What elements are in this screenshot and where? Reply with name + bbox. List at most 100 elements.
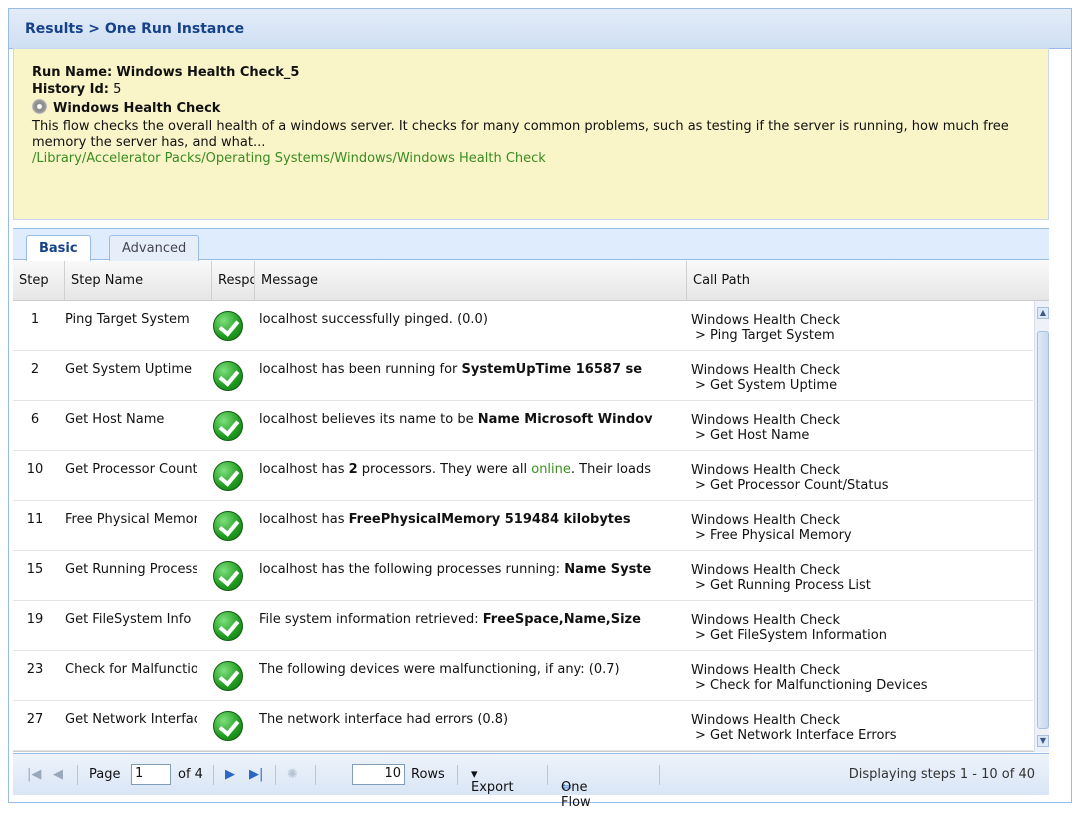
- step-number: 27: [26, 712, 44, 727]
- call-path: Windows Health Check > Get Processor Coun…: [691, 463, 1021, 493]
- col-call-path[interactable]: Call Path: [687, 261, 1049, 301]
- pager-separator: [77, 765, 78, 785]
- vertical-scrollbar[interactable]: ▲ ▼: [1034, 301, 1049, 752]
- page-label: Page: [89, 767, 121, 782]
- call-path-step: > Get Host Name: [695, 428, 810, 443]
- scroll-thumb[interactable]: [1037, 331, 1049, 729]
- tab-advanced[interactable]: Advanced: [109, 235, 200, 261]
- call-path-flow: Windows Health Check: [691, 463, 840, 478]
- green-check-icon: [213, 511, 243, 541]
- scroll-up-icon[interactable]: ▲: [1037, 307, 1049, 319]
- response-cell: [213, 411, 243, 441]
- message: localhost has been running for SystemUpT…: [259, 362, 683, 377]
- message: The following devices were malfunctionin…: [259, 662, 683, 677]
- message-text: localhost has: [259, 462, 349, 477]
- response-cell: [213, 661, 243, 691]
- call-path-flow: Windows Health Check: [691, 363, 840, 378]
- green-check-icon: [213, 411, 243, 441]
- col-response[interactable]: Respo: [212, 261, 255, 301]
- message-value: Name Syste: [564, 562, 652, 577]
- run-name-label: Run Name:: [32, 65, 113, 80]
- one-flow-label: One Flow: [561, 780, 591, 810]
- export-button[interactable]: Export ▾: [471, 767, 514, 795]
- green-check-icon: [213, 661, 243, 691]
- message-text: The following devices were malfunctionin…: [259, 662, 620, 677]
- message-text: processors. They were all: [357, 462, 532, 477]
- page-count: of 4: [178, 767, 203, 782]
- response-cell: [213, 711, 243, 741]
- step-number: 11: [26, 512, 44, 527]
- call-path: Windows Health Check > Get Network Interf…: [691, 713, 1021, 743]
- call-path: Windows Health Check > Check for Malfunct…: [691, 663, 1021, 693]
- flow-title: Windows Health Check: [53, 101, 221, 116]
- table-row[interactable]: 10 Get Processor Count localhost has 2 pro…: [13, 451, 1033, 501]
- call-path-step: > Get Processor Count/Status: [695, 478, 889, 493]
- pager-separator: [315, 765, 316, 785]
- rows-input[interactable]: 10: [352, 764, 405, 785]
- table-row[interactable]: 27 Get Network Interface The network inter…: [13, 701, 1033, 751]
- pager-separator: [275, 765, 276, 785]
- call-path: Windows Health Check > Ping Target System: [691, 313, 1021, 343]
- tab-basic[interactable]: Basic: [26, 235, 91, 262]
- table-row[interactable]: 15 Get Running Processes localhost has the…: [13, 551, 1033, 601]
- call-path-flow: Windows Health Check: [691, 713, 840, 728]
- pager-separator: [213, 765, 214, 785]
- message-text: . Their loads: [570, 462, 651, 477]
- col-step-name[interactable]: Step Name: [65, 261, 212, 301]
- step-number: 1: [30, 312, 40, 327]
- message: File system information retrieved: FreeS…: [259, 612, 683, 627]
- table-row[interactable]: 2 Get System Uptime localhost has been run…: [13, 351, 1033, 401]
- grid-body: 1 Ping Target System localhost successfull…: [13, 301, 1049, 752]
- call-path-flow: Windows Health Check: [691, 663, 840, 678]
- call-path-step: > Free Physical Memory: [695, 528, 852, 543]
- table-row[interactable]: 6 Get Host Name localhost believes its nam…: [13, 401, 1033, 451]
- step-number: 15: [26, 562, 44, 577]
- prev-page-icon[interactable]: ◀: [53, 767, 63, 782]
- rows-label: Rows: [411, 767, 445, 782]
- step-number: 2: [30, 362, 40, 377]
- table-row[interactable]: 1 Ping Target System localhost successfull…: [13, 301, 1033, 351]
- step-name: Get FileSystem Info: [65, 612, 192, 627]
- step-number: 19: [26, 612, 44, 627]
- first-page-icon[interactable]: |◀: [27, 767, 41, 782]
- refresh-icon[interactable]: ✺: [287, 767, 298, 782]
- col-message[interactable]: Message: [255, 261, 687, 301]
- page-input[interactable]: 1: [131, 764, 171, 785]
- message-text: File system information retrieved:: [259, 612, 483, 627]
- step-number: 23: [26, 662, 44, 677]
- message: The network interface had errors (0.8): [259, 712, 683, 727]
- step-name: Get Running Processes: [65, 562, 197, 577]
- scroll-down-icon[interactable]: ▼: [1037, 735, 1049, 747]
- response-cell: [213, 611, 243, 641]
- breadcrumb: Results > One Run Instance: [9, 9, 1071, 49]
- green-check-icon: [213, 311, 243, 341]
- gear-icon: [32, 99, 47, 114]
- call-path-step: > Check for Malfunctioning Devices: [695, 678, 928, 693]
- step-name: Ping Target System: [65, 312, 190, 327]
- message-text: localhost believes its name to be: [259, 412, 478, 427]
- call-path: Windows Health Check > Get System Uptime: [691, 363, 1021, 393]
- table-row[interactable]: 11 Free Physical Memory localhost has Free…: [13, 501, 1033, 551]
- response-cell: [213, 311, 243, 341]
- next-page-icon[interactable]: ▶: [225, 767, 235, 782]
- call-path-flow: Windows Health Check: [691, 513, 840, 528]
- history-label: History Id:: [32, 82, 109, 97]
- call-path-step: > Ping Target System: [695, 328, 835, 343]
- flow-path-link[interactable]: /Library/Accelerator Packs/Operating Sys…: [32, 151, 1048, 166]
- call-path-step: > Get System Uptime: [695, 378, 838, 393]
- last-page-icon[interactable]: ▶|: [249, 767, 263, 782]
- step-name: Get Processor Count: [65, 462, 197, 477]
- table-row[interactable]: 19 Get FileSystem Info File system informa…: [13, 601, 1033, 651]
- call-path-flow: Windows Health Check: [691, 313, 840, 328]
- call-path-flow: Windows Health Check: [691, 613, 840, 628]
- step-name: Get System Uptime: [65, 362, 193, 377]
- message-text: The network interface had errors (0.8): [259, 712, 509, 727]
- pager-separator: [659, 765, 660, 785]
- call-path-step: > Get FileSystem Information: [695, 628, 887, 643]
- pager-toolbar: |◀ ◀ Page 1 of 4 ▶ ▶| ✺ 10 Rows Export ▾…: [13, 753, 1049, 810]
- step-number: 6: [30, 412, 40, 427]
- col-step[interactable]: Step: [13, 261, 65, 301]
- table-row[interactable]: 23 Check for Malfunctioning The following …: [13, 651, 1033, 701]
- call-path: Windows Health Check > Get Host Name: [691, 413, 1021, 443]
- history-value: 5: [113, 82, 122, 97]
